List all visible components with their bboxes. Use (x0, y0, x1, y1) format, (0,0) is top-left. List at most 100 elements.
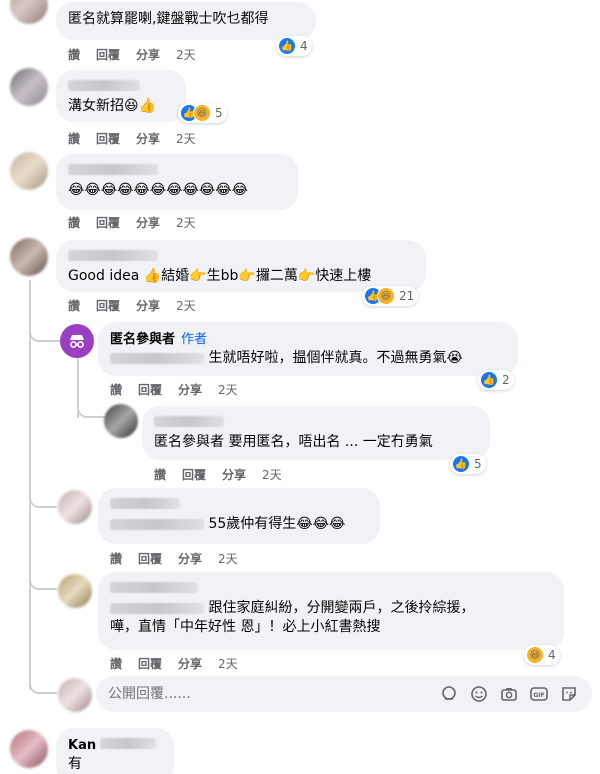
comment-text: 匿名就算罷喇,鍵盤戰士吹乜都得 (68, 11, 269, 27)
commenter-name-blurred[interactable] (100, 738, 157, 749)
timestamp[interactable]: 2天 (176, 214, 196, 231)
avatar[interactable] (10, 152, 48, 190)
emoji-icon[interactable] (468, 683, 490, 705)
comment-text: Good idea (68, 268, 140, 284)
comment-bubble: 匿名就算罷喇,鍵盤戰士吹乜都得 (56, 2, 316, 40)
avatar[interactable] (104, 404, 138, 438)
reply-button[interactable]: 回覆 (138, 655, 162, 672)
like-button[interactable]: 讚 (68, 46, 80, 63)
comment-text: 55歲仲有得生 (208, 516, 297, 532)
comment-bubble: 匿名參與者 作者 生就唔好啦，揾個伴就真。不過無勇氣😭 (98, 322, 518, 376)
reply-button[interactable]: 回覆 (138, 550, 162, 567)
avatar[interactable] (10, 68, 48, 106)
comment-text: 生就唔好啦，揾個伴就真。不過無勇氣 (208, 350, 447, 366)
thread-connector (29, 318, 61, 342)
gif-icon[interactable]: GIF (528, 683, 550, 705)
comment-bubble: Kan 有 (56, 728, 174, 774)
laughing-emoji-icon: 😆👍 (124, 98, 157, 114)
reply-button[interactable]: 回覆 (138, 381, 162, 398)
crying-emoji-icon: 😭 (446, 350, 463, 366)
reply-button[interactable]: 回覆 (182, 466, 206, 483)
avatar-sticker-icon[interactable] (438, 683, 460, 705)
reply-composer[interactable]: GIF (96, 676, 592, 712)
like-button[interactable]: 讚 (110, 655, 122, 672)
share-button[interactable]: 分享 (178, 550, 202, 567)
comment-bubble: 跟住家庭糾紛，分開變兩戶，之後拎綜援， 嘩，直情「中年好性 恩」！必上小紅書熱搜 (98, 572, 564, 650)
share-button[interactable]: 分享 (178, 381, 202, 398)
comment-actions: 讚 回覆 分享 2天 (68, 46, 196, 63)
like-reaction-icon: 👍 (480, 371, 498, 389)
current-user-avatar[interactable] (58, 678, 92, 712)
like-button[interactable]: 讚 (154, 466, 166, 483)
sticker-icon[interactable] (558, 683, 580, 705)
avatar[interactable] (10, 238, 48, 276)
comment-actions: 讚 回覆 分享 2天 (68, 130, 196, 147)
commenter-name-blurred[interactable] (68, 250, 158, 261)
haha-reaction-icon: 😆 (377, 287, 395, 305)
comment-bubble: 😂😂😂😂😂😂😂😂😂😂😂 (56, 154, 298, 210)
timestamp[interactable]: 2天 (176, 130, 196, 147)
reaction-summary[interactable]: 👍 😆 5 (178, 103, 227, 123)
comment-actions: 讚 回覆 分享 2天 (110, 655, 238, 672)
like-reaction-icon: 👍 (278, 37, 296, 55)
haha-reaction-icon: 😆 (193, 104, 211, 122)
reply-input[interactable] (108, 686, 430, 702)
reaction-summary[interactable]: 😆 4 (524, 645, 560, 665)
commenter-name-blurred[interactable] (154, 416, 224, 427)
incognito-icon (70, 335, 84, 348)
commenter-name-blurred[interactable] (110, 498, 180, 509)
reply-button[interactable]: 回覆 (96, 46, 120, 63)
reaction-summary[interactable]: 👍 4 (276, 36, 312, 56)
avatar[interactable] (10, 0, 48, 24)
comment-bubble: Good idea 👍結婚👉生bb👉攞二萬👉快速上樓 (56, 240, 426, 292)
like-button[interactable]: 讚 (110, 550, 122, 567)
commenter-name-blurred[interactable] (110, 582, 198, 593)
share-button[interactable]: 分享 (136, 46, 160, 63)
anonymous-avatar[interactable] (60, 324, 94, 358)
share-button[interactable]: 分享 (136, 214, 160, 231)
comment-text: 攞二萬 (255, 268, 298, 284)
avatar[interactable] (58, 490, 92, 524)
timestamp[interactable]: 2天 (218, 655, 238, 672)
reply-button[interactable]: 回覆 (96, 214, 120, 231)
commenter-name-partial[interactable]: Kan (68, 738, 96, 753)
author-badge: 作者 (181, 332, 208, 347)
timestamp[interactable]: 2天 (176, 297, 196, 314)
timestamp[interactable]: 2天 (218, 381, 238, 398)
avatar[interactable] (58, 574, 92, 608)
like-button[interactable]: 讚 (110, 381, 122, 398)
mentioned-name-blurred[interactable] (110, 602, 204, 614)
avatar[interactable] (10, 730, 48, 768)
pointing-emoji-icon: 👉 (238, 268, 256, 284)
share-button[interactable]: 分享 (136, 297, 160, 314)
reaction-summary[interactable]: 👍 2 (478, 370, 514, 390)
timestamp[interactable]: 2天 (218, 550, 238, 567)
like-button[interactable]: 讚 (68, 214, 80, 231)
share-button[interactable]: 分享 (136, 130, 160, 147)
timestamp[interactable]: 2天 (262, 466, 282, 483)
thread-connector (29, 486, 57, 508)
pointing-emoji-icon: 👉 (297, 268, 316, 284)
reaction-summary[interactable]: 👍 😆 21 (362, 286, 419, 306)
comment-bubble: 匿名參與者 要用匿名，唔出名 ... 一定冇勇氣 (142, 406, 490, 460)
mentioned-name-blurred[interactable] (110, 352, 204, 364)
like-reaction-icon: 👍 (452, 455, 470, 473)
comment-actions: 讚 回覆 分享 2天 (110, 381, 238, 398)
thread-connector (29, 672, 57, 694)
comment-actions: 讚 回覆 分享 2天 (68, 214, 196, 231)
commenter-name-blurred[interactable] (68, 164, 158, 175)
like-button[interactable]: 讚 (68, 297, 80, 314)
like-button[interactable]: 讚 (68, 130, 80, 147)
share-button[interactable]: 分享 (222, 466, 246, 483)
comment-text: 跟住家庭糾紛，分開變兩戶，之後拎綜援， (208, 600, 475, 616)
mentioned-name-blurred[interactable] (110, 518, 204, 530)
author-name[interactable]: 匿名參與者 (110, 332, 175, 347)
reaction-summary[interactable]: 👍 5 (450, 454, 486, 474)
commenter-name-blurred[interactable] (68, 80, 140, 91)
comment-bubble: 55歲仲有得生😂😂😂 (98, 488, 380, 544)
timestamp[interactable]: 2天 (176, 46, 196, 63)
camera-icon[interactable] (498, 683, 520, 705)
reply-button[interactable]: 回覆 (96, 130, 120, 147)
reply-button[interactable]: 回覆 (96, 297, 120, 314)
share-button[interactable]: 分享 (178, 655, 202, 672)
